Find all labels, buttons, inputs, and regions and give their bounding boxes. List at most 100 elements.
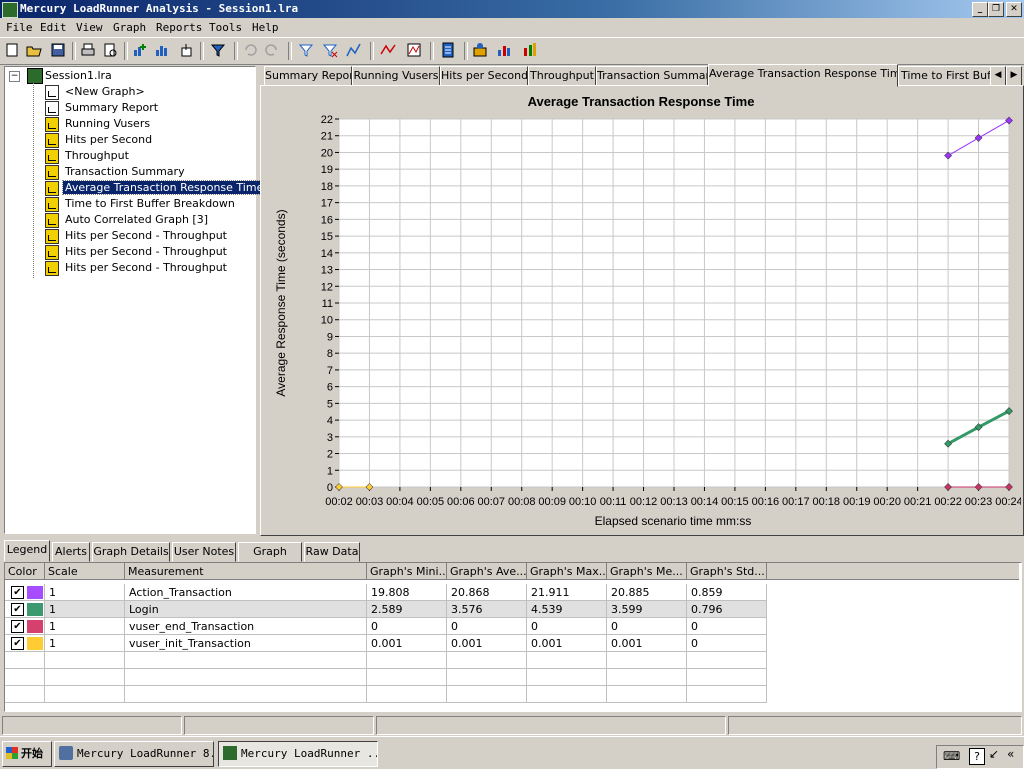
tab-time-to-first-buffer[interactable]: Time to First Buffer: [898, 66, 994, 86]
visibility-checkbox[interactable]: ✔: [11, 637, 24, 650]
tab-throughput[interactable]: Throughput: [528, 66, 596, 86]
legend-row-2-std: 0.796: [687, 601, 767, 618]
tree-connector: [33, 83, 35, 278]
col-header-avg[interactable]: Graph's Ave...: [447, 563, 527, 580]
col-header-median[interactable]: Graph's Me...: [607, 563, 687, 580]
legend-row-4-color-cell: ✔: [5, 635, 45, 652]
close-button[interactable]: ✕: [1006, 2, 1022, 17]
menu-view[interactable]: View: [76, 21, 103, 34]
tab-scroll-left-icon[interactable]: ◀: [990, 66, 1006, 86]
y-tick-label: 0: [327, 482, 333, 494]
col-header-min[interactable]: Graph's Mini...: [367, 563, 447, 580]
graph-icon: [45, 229, 59, 244]
analyze-icon[interactable]: [496, 42, 512, 58]
undo-icon[interactable]: [242, 42, 258, 58]
correlate-icon[interactable]: [380, 42, 396, 58]
y-tick-label: 16: [321, 214, 333, 226]
x-tick-label: 00:08: [508, 496, 536, 508]
graph-icon: [45, 261, 59, 276]
tab-graph-details[interactable]: Graph Details: [92, 542, 170, 562]
tab-running-vusers[interactable]: Running Vusers: [352, 66, 440, 86]
visibility-checkbox[interactable]: ✔: [11, 586, 24, 599]
legend-row-1-avg: 20.868: [447, 584, 527, 601]
filter-icon[interactable]: [210, 42, 226, 58]
redo-icon[interactable]: [264, 42, 280, 58]
x-tick-label: 00:22: [934, 496, 962, 508]
auto-correlate-icon[interactable]: [406, 42, 422, 58]
tab-legend[interactable]: Legend: [4, 540, 50, 562]
bar-graph-icon[interactable]: [154, 42, 170, 58]
tab-summary-report[interactable]: Summary Report: [264, 66, 352, 86]
tree-root-label[interactable]: Session1.lra: [45, 69, 112, 82]
minimize-button[interactable]: _: [972, 2, 988, 17]
merge-graphs-icon[interactable]: [346, 42, 362, 58]
tab-raw-data[interactable]: Raw Data: [304, 542, 360, 562]
col-header-scale[interactable]: Scale: [45, 563, 125, 580]
tray-expand-icon[interactable]: «: [1007, 747, 1014, 761]
visibility-checkbox[interactable]: ✔: [11, 620, 24, 633]
sla-icon[interactable]: [472, 42, 488, 58]
ime-icon[interactable]: ↙: [989, 747, 999, 761]
col-header-measurement[interactable]: Measurement: [125, 563, 367, 580]
x-tick-label: 00:07: [478, 496, 506, 508]
x-tick-label: 00:19: [843, 496, 871, 508]
menu-graph[interactable]: Graph: [113, 21, 146, 34]
color-swatch[interactable]: [27, 586, 43, 599]
open-icon[interactable]: [26, 42, 42, 58]
menu-help[interactable]: Help: [252, 21, 279, 34]
menu-reports[interactable]: Reports: [156, 21, 202, 34]
tab-user-notes[interactable]: User Notes: [172, 542, 236, 562]
x-tick-label: 00:12: [630, 496, 658, 508]
tab-transaction-summary[interactable]: Transaction Summary: [596, 66, 708, 86]
keyboard-icon[interactable]: ⌨: [943, 749, 960, 763]
tab-hits-per-second[interactable]: Hits per Second: [440, 66, 528, 86]
color-swatch[interactable]: [27, 637, 43, 650]
add-graph-icon[interactable]: [132, 42, 148, 58]
menu-file[interactable]: File: [6, 21, 33, 34]
graph-icon: [45, 197, 59, 212]
taskbar: 开始 Mercury LoadRunner 8.1 Mercury LoadRu…: [0, 736, 1024, 769]
color-swatch[interactable]: [27, 603, 43, 616]
legend-row-4-measurement: vuser_init_Transaction: [125, 635, 367, 652]
restore-button[interactable]: ❐: [988, 2, 1004, 17]
taskbar-button-analysis[interactable]: Mercury LoadRunner ...: [218, 741, 378, 767]
empty-cell: [687, 669, 767, 686]
visibility-checkbox[interactable]: ✔: [11, 603, 24, 616]
col-header-color[interactable]: Color: [5, 563, 45, 580]
col-header-max[interactable]: Graph's Max...: [527, 563, 607, 580]
window-title: Mercury LoadRunner Analysis - Session1.l…: [20, 2, 299, 15]
taskbar-button-loadrunner[interactable]: Mercury LoadRunner 8.1: [54, 741, 214, 767]
export-icon[interactable]: [178, 42, 194, 58]
empty-cell: [125, 669, 367, 686]
y-tick-label: 2: [327, 449, 333, 461]
compare-icon[interactable]: [522, 42, 538, 58]
tab-graph-data[interactable]: Graph Data: [238, 542, 302, 576]
report-icon[interactable]: [440, 42, 456, 58]
col-header-std[interactable]: Graph's Std...: [687, 563, 767, 580]
x-tick-label: 00:04: [386, 496, 414, 508]
graph-tab-strip: Summary Report Running Vusers Hits per S…: [262, 64, 1022, 87]
print-preview-icon[interactable]: [102, 42, 118, 58]
color-swatch[interactable]: [27, 620, 43, 633]
clear-filter-icon[interactable]: [322, 42, 338, 58]
analysis-icon: [223, 746, 237, 760]
tab-average-transaction-response-time[interactable]: Average Transaction Response Time: [708, 64, 898, 87]
tab-scroll-right-icon[interactable]: ▶: [1006, 66, 1022, 86]
save-icon[interactable]: [50, 42, 66, 58]
menu-bar: File Edit View Graph Reports Tools Help: [0, 18, 1024, 37]
empty-cell: [607, 652, 687, 669]
tree-collapse-icon[interactable]: −: [9, 71, 20, 82]
help-icon[interactable]: ?: [969, 748, 985, 765]
x-tick-label: 00:03: [356, 496, 384, 508]
start-button[interactable]: 开始: [2, 741, 52, 767]
new-session-icon[interactable]: [4, 42, 20, 58]
chart-svg[interactable]: Average Transaction Response Time Averag…: [261, 86, 1021, 533]
print-icon[interactable]: [80, 42, 96, 58]
empty-cell: [367, 686, 447, 703]
set-filter-icon[interactable]: [298, 42, 314, 58]
menu-tools[interactable]: Tools: [209, 21, 242, 34]
x-tick-label: 00:18: [813, 496, 841, 508]
report-icon: [45, 101, 59, 116]
menu-edit[interactable]: Edit: [40, 21, 67, 34]
tab-alerts[interactable]: Alerts: [52, 542, 90, 562]
